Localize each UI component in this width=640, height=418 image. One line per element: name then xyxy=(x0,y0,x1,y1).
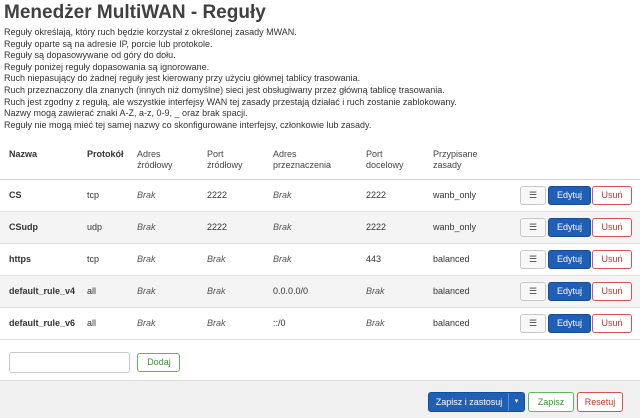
edit-button[interactable]: Edytuj xyxy=(548,185,591,205)
table-header-row: Nazwa Protokół Adres źródłowy Port źródłow… xyxy=(0,141,640,180)
rule-src-port: Brak xyxy=(207,307,273,340)
footer-actions: Zapisz i zastosuj ▾ Zapisz Resetuj xyxy=(0,380,640,418)
header-name: Nazwa xyxy=(0,141,87,180)
save-apply-label[interactable]: Zapisz i zastosuj xyxy=(429,393,509,411)
rule-src-port: Brak xyxy=(207,243,273,276)
rule-src-addr: Brak xyxy=(137,179,207,212)
header-src-addr: Adres źródłowy xyxy=(137,141,207,180)
rule-name: default_rule_v6 xyxy=(0,307,87,340)
row-actions: ☰ Edytuj Usuń xyxy=(515,211,640,244)
rule-dest-port: 443 xyxy=(366,243,433,276)
rule-src-port: Brak xyxy=(207,275,273,308)
header-dest-port: Port docelowy xyxy=(366,141,433,180)
add-rule-row: Dodaj xyxy=(9,352,181,373)
rule-dest-port: 2222 xyxy=(366,179,433,212)
add-button[interactable]: Dodaj xyxy=(137,353,181,372)
table-row: CSudp udp Brak 2222 Brak 2222 wanb_only … xyxy=(0,211,640,244)
rule-protocol: all xyxy=(87,275,137,308)
rule-dest-addr: Brak xyxy=(273,243,366,276)
description-line: Reguły są dopasowywane od góry do dołu. xyxy=(4,50,176,61)
description-line: Reguły poniżej reguły dopasowania są ign… xyxy=(4,61,210,72)
save-button[interactable]: Zapisz xyxy=(528,392,574,412)
description-line: Ruch niepasujący do żadnej reguły jest k… xyxy=(4,73,361,84)
rule-dest-addr: Brak xyxy=(273,211,366,244)
description-line: Nazwy mogą zawierać znaki A-Z, a-z, 0-9,… xyxy=(4,108,248,119)
rule-policy: balanced xyxy=(433,275,515,308)
row-actions: ☰ Edytuj Usuń xyxy=(515,307,640,340)
edit-button[interactable]: Edytuj xyxy=(548,313,591,333)
reset-button[interactable]: Resetuj xyxy=(577,392,623,412)
rule-dest-port: Brak xyxy=(366,307,433,340)
delete-button[interactable]: Usuń xyxy=(592,281,632,301)
header-src-port: Port źródłowy xyxy=(207,141,273,180)
table-row: https tcp Brak Brak Brak 443 balanced ☰ E… xyxy=(0,243,640,276)
rule-protocol: tcp xyxy=(87,179,137,212)
edit-button[interactable]: Edytuj xyxy=(548,249,591,269)
drag-handle-icon[interactable]: ☰ xyxy=(520,281,546,301)
description-line: Reguły oparte są na adresie IP, porcie l… xyxy=(4,38,213,49)
rule-protocol: all xyxy=(87,307,137,340)
header-protocol: Protokół xyxy=(87,141,137,180)
description-line: Reguły nie mogą mieć tej samej nazwy co … xyxy=(4,119,372,130)
rule-src-addr: Brak xyxy=(137,307,207,340)
header-dest-addr: Adres przeznaczenia xyxy=(273,141,366,180)
chevron-down-icon[interactable]: ▾ xyxy=(508,393,524,411)
rule-protocol: tcp xyxy=(87,243,137,276)
rule-src-addr: Brak xyxy=(137,275,207,308)
row-actions: ☰ Edytuj Usuń xyxy=(515,179,640,212)
delete-button[interactable]: Usuń xyxy=(592,313,632,333)
header-policy: Przypisane zasady xyxy=(433,141,515,180)
rule-name: CS xyxy=(0,179,87,212)
rule-dest-port: Brak xyxy=(366,275,433,308)
table-row: default_rule_v6 all Brak Brak ::/0 Brak … xyxy=(0,307,640,340)
rule-src-port: 2222 xyxy=(207,211,273,244)
rule-name: CSudp xyxy=(0,211,87,244)
description-line: Ruch jest zgodny z regułą, ale wszystkie… xyxy=(4,96,457,107)
rule-src-port: 2222 xyxy=(207,179,273,212)
save-apply-button[interactable]: Zapisz i zastosuj ▾ xyxy=(428,392,525,412)
rule-policy: wanb_only xyxy=(433,179,515,212)
rule-dest-addr: Brak xyxy=(273,179,366,212)
delete-button[interactable]: Usuń xyxy=(592,185,632,205)
rule-policy: wanb_only xyxy=(433,211,515,244)
drag-handle-icon[interactable]: ☰ xyxy=(520,313,546,333)
header-actions xyxy=(515,141,640,180)
drag-handle-icon[interactable]: ☰ xyxy=(520,185,546,205)
new-rule-name-input[interactable] xyxy=(9,352,130,373)
delete-button[interactable]: Usuń xyxy=(592,217,632,237)
page-title: Menedżer MultiWAN - Reguły xyxy=(4,2,266,23)
rule-protocol: udp xyxy=(87,211,137,244)
rule-dest-port: 2222 xyxy=(366,211,433,244)
description-line: Reguły określają, który ruch będzie korz… xyxy=(4,27,297,37)
rule-policy: balanced xyxy=(433,307,515,340)
page-description: Reguły określają, który ruch będzie korz… xyxy=(4,27,634,131)
rule-src-addr: Brak xyxy=(137,243,207,276)
edit-button[interactable]: Edytuj xyxy=(548,281,591,301)
rule-name: https xyxy=(0,243,87,276)
row-actions: ☰ Edytuj Usuń xyxy=(515,275,640,308)
table-row: default_rule_v4 all Brak Brak 0.0.0.0/0 … xyxy=(0,275,640,308)
rules-table: Nazwa Protokół Adres źródłowy Port źródłow… xyxy=(0,141,640,340)
delete-button[interactable]: Usuń xyxy=(592,249,632,269)
rule-src-addr: Brak xyxy=(137,211,207,244)
drag-handle-icon[interactable]: ☰ xyxy=(520,217,546,237)
description-line: Ruch przeznaczony dla znanych (innych ni… xyxy=(4,84,445,95)
rule-dest-addr: 0.0.0.0/0 xyxy=(273,275,366,308)
rule-policy: balanced xyxy=(433,243,515,276)
row-actions: ☰ Edytuj Usuń xyxy=(515,243,640,276)
edit-button[interactable]: Edytuj xyxy=(548,217,591,237)
table-row: CS tcp Brak 2222 Brak 2222 wanb_only ☰ Ed… xyxy=(0,179,640,212)
rule-name: default_rule_v4 xyxy=(0,275,87,308)
rule-dest-addr: ::/0 xyxy=(273,307,366,340)
drag-handle-icon[interactable]: ☰ xyxy=(520,249,546,269)
